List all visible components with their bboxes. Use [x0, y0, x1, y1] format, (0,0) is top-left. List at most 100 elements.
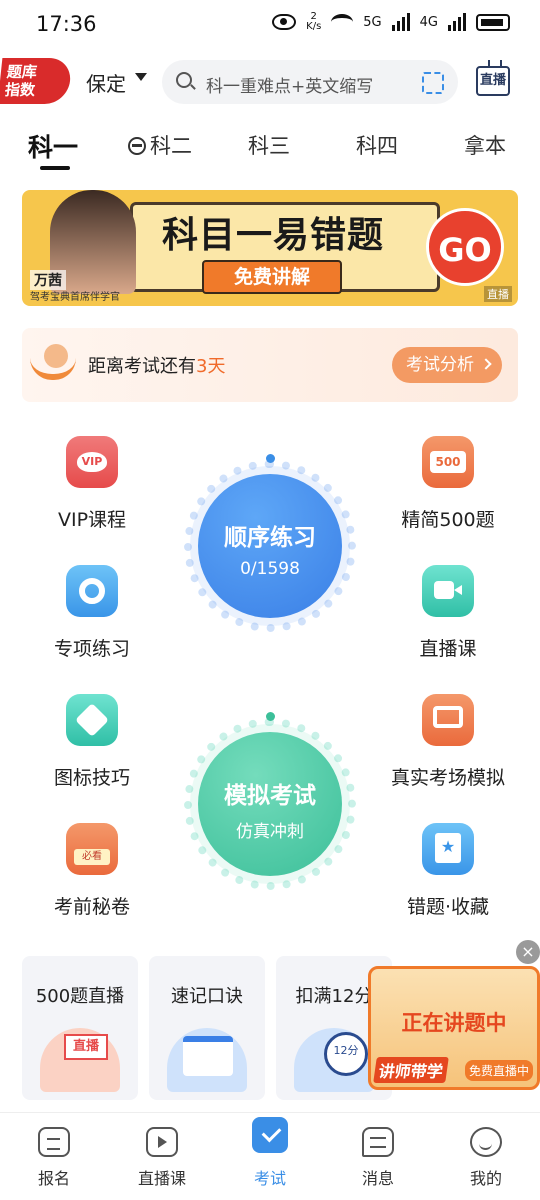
profile-icon [470, 1127, 502, 1157]
nav-messages-label: 消息 [361, 1169, 394, 1188]
network-speed-unit: K/s [306, 21, 322, 32]
nav-signup-label: 报名 [37, 1169, 70, 1188]
video-camera-icon [422, 565, 474, 617]
mistakes-favorites-label: 错题·收藏 [406, 896, 490, 918]
500-questions-icon [422, 436, 474, 488]
live-class-label: 直播课 [419, 638, 477, 660]
mnemonic-illustration [167, 1028, 247, 1092]
exam-analysis-button[interactable]: 考试分析 [392, 347, 502, 383]
search-input[interactable]: 科一重难点+英文缩写 [206, 72, 406, 97]
float-ad-teacher-tag: 讲师带学 [373, 1057, 449, 1083]
real-exam-sim-label: 真实考场模拟 [390, 767, 505, 789]
network-speed: 2 K/s [306, 12, 321, 32]
nav-exam-label: 考试 [253, 1169, 286, 1188]
banner-free-explain-button[interactable]: 免费讲解 [202, 260, 342, 294]
signal-5g-label: 5G [363, 14, 382, 30]
exam-icon [252, 1117, 288, 1153]
subject-tabs: 科一 科二 科三 科四 拿本 [0, 128, 540, 174]
exam-countdown: 距离考试还有3天 考试分析 [22, 328, 518, 402]
exam-dot [266, 712, 275, 721]
status-icons: 2 K/s 5G 4G [272, 12, 510, 32]
practice-progress-dot [266, 454, 275, 463]
bookmark-star-icon [422, 823, 474, 875]
tab-subject-3[interactable]: 科三 [248, 130, 290, 160]
tab-subject-2-label: 科二 [150, 134, 192, 158]
banner-title: 科目一易错题 [162, 215, 385, 256]
icon-tips-label: 图标技巧 [53, 767, 130, 789]
icon-tips-entry[interactable]: 图标技巧 [22, 694, 162, 794]
nav-exam[interactable]: 考试 [216, 1113, 324, 1200]
floating-live-ad[interactable]: 正在讲题中 讲师带学 免费直播中 [368, 966, 540, 1090]
tab-get-license[interactable]: 拿本 [464, 130, 506, 160]
float-ad-title: 正在讲题中 [401, 1011, 507, 1035]
special-practice-label: 专项练习 [53, 638, 130, 660]
scan-icon[interactable] [422, 72, 444, 94]
checklist-icon [66, 823, 118, 875]
nav-signup[interactable]: 报名 [0, 1113, 108, 1200]
status-time: 17:36 [36, 12, 97, 36]
nav-profile[interactable]: 我的 [432, 1113, 540, 1200]
road-sign-icon [66, 694, 118, 746]
card-500-live[interactable]: 500题直播 [22, 956, 138, 1100]
nav-messages[interactable]: 消息 [324, 1113, 432, 1200]
mock-exam-button[interactable]: 模拟考试 仿真冲刺 [184, 712, 356, 890]
vip-course-entry[interactable]: VIP课程 [22, 436, 162, 536]
city-selector[interactable]: 保定 [86, 68, 126, 97]
live-class-entry[interactable]: 直播课 [378, 565, 518, 665]
exam-analysis-label: 考试分析 [406, 355, 474, 375]
live-illustration [40, 1028, 120, 1092]
header: 题库 指数 保定 科一重难点+英文缩写 直播 [0, 56, 540, 106]
logo-line2: 指数 [4, 81, 37, 99]
message-icon [362, 1127, 394, 1157]
real-exam-sim-entry[interactable]: 真实考场模拟 [378, 694, 518, 794]
pre-exam-paper-entry[interactable]: 考前秘卷 [22, 823, 162, 923]
signal-bars-icon [391, 13, 410, 31]
card-quick-mnemonics[interactable]: 速记口诀 [149, 956, 265, 1100]
practice-title: 顺序练习 [224, 525, 316, 551]
promo-banner[interactable]: 万茜 驾考宝典首席伴学官 科目一易错题 免费讲解 GO 直播 [22, 190, 518, 306]
banner-live-tag: 直播 [484, 286, 512, 302]
wifi-icon [331, 14, 354, 30]
banner-go-button[interactable]: GO [426, 208, 504, 286]
caret-down-icon[interactable] [135, 73, 147, 81]
countdown-icon [24, 342, 82, 390]
vip-course-label: VIP课程 [57, 509, 127, 531]
battery-icon [476, 13, 510, 31]
signal-bars-icon [448, 13, 466, 31]
select-500-label: 精简500题 [401, 509, 495, 531]
points-illustration [294, 1028, 374, 1092]
monitor-icon [422, 694, 474, 746]
logo-line1: 题库 [6, 63, 38, 81]
card-title: 速记口诀 [171, 986, 243, 1007]
tab-subject-4[interactable]: 科四 [356, 130, 398, 160]
card-title: 500题直播 [35, 986, 125, 1007]
close-icon[interactable]: × [516, 940, 540, 964]
mistakes-favorites-entry[interactable]: 错题·收藏 [378, 823, 518, 923]
signal-4g-label: 4G [419, 14, 438, 30]
question-index-logo[interactable]: 题库 指数 [0, 58, 73, 104]
target-icon [66, 565, 118, 617]
live-tv-button[interactable]: 直播 [476, 66, 510, 96]
chevron-right-icon [480, 358, 492, 370]
sequential-practice-button[interactable]: 顺序练习 0/1598 [184, 454, 356, 632]
select-500-entry[interactable]: 精简500题 [378, 436, 518, 536]
countdown-prefix: 距离考试还有 [88, 356, 196, 377]
steering-wheel-icon [128, 137, 146, 155]
countdown-days: 3天 [196, 356, 226, 377]
tab-subject-2[interactable]: 科二 [128, 130, 192, 160]
practice-progress: 0/1598 [240, 559, 300, 579]
active-tab-underline [40, 166, 70, 170]
status-bar: 17:36 2 K/s 5G 4G [0, 0, 540, 50]
live-icon [146, 1127, 178, 1157]
countdown-text: 距离考试还有3天 [88, 352, 225, 378]
nav-live-class[interactable]: 直播课 [108, 1113, 216, 1200]
tab-subject-1[interactable]: 科一 [28, 128, 78, 164]
signup-icon [38, 1127, 70, 1157]
presenter-title: 驾考宝典首席伴学官 [30, 292, 120, 303]
eye-comfort-icon [272, 14, 297, 30]
search-bar[interactable]: 科一重难点+英文缩写 [162, 60, 458, 104]
nav-profile-label: 我的 [469, 1169, 502, 1188]
exam-subtitle: 仿真冲刺 [236, 822, 304, 842]
nav-live-class-label: 直播课 [137, 1169, 186, 1188]
special-practice-entry[interactable]: 专项练习 [22, 565, 162, 665]
